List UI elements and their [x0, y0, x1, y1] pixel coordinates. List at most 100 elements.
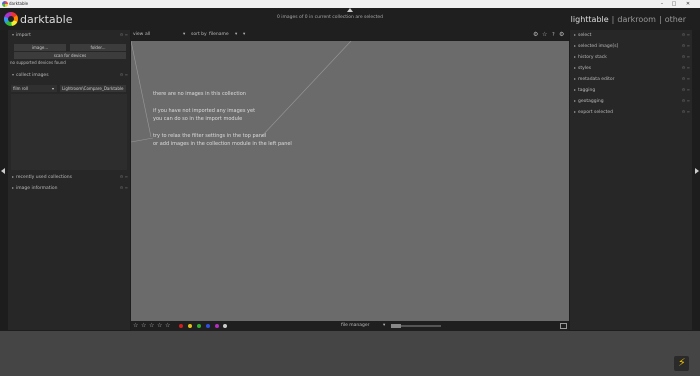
sort-select[interactable]: filename — [209, 30, 235, 40]
module-label: recently used collections — [16, 175, 72, 180]
star-rating-5-icon[interactable]: ☆ — [165, 321, 170, 331]
empty-message-collection-hint: or add images in the collection module i… — [153, 141, 292, 147]
color-label-yellow[interactable] — [188, 324, 192, 328]
view-other[interactable]: other — [665, 15, 686, 24]
chevron-down-icon: ▾ — [235, 32, 238, 37]
sort-direction-icon[interactable]: ▾ — [243, 30, 245, 40]
chevron-right-icon: ▸ — [574, 65, 577, 70]
app-logo-text: darktable — [20, 13, 73, 26]
module-metadata-editor-header[interactable]: ▸ metadata editor ⚙ ≡ — [570, 74, 692, 83]
left-panel: ▾ import ⚙ ≡ image... folder... scan for … — [8, 30, 130, 330]
collection-filter-input[interactable]: Lightroom\Compare_Darktable — [60, 85, 126, 92]
star-rating-4-icon[interactable]: ☆ — [157, 321, 162, 331]
module-selected-images-header[interactable]: ▸ selected image[s] ⚙ ≡ — [570, 41, 692, 50]
module-presets-icon[interactable]: ⚙ ≡ — [682, 85, 690, 94]
color-label-green[interactable] — [197, 324, 201, 328]
module-history-stack-header[interactable]: ▸ history stack ⚙ ≡ — [570, 52, 692, 61]
layout-select[interactable]: file manager — [341, 321, 370, 331]
empty-message-import-hint: if you have not imported any images yet — [153, 108, 256, 114]
chevron-down-icon: ▾ — [51, 86, 54, 91]
collapse-right-panel-icon[interactable] — [695, 168, 699, 174]
view-filter-label: view — [133, 32, 144, 37]
selection-status: 0 images of 0 in current collection are … — [276, 15, 384, 20]
select-value: film roll — [13, 86, 29, 91]
empty-message-title: there are no images in this collection — [153, 91, 246, 97]
chevron-right-icon: ▸ — [574, 54, 577, 59]
display-profile-icon[interactable] — [560, 323, 567, 329]
module-presets-icon[interactable]: ⚙ ≡ — [682, 30, 690, 39]
devices-status: no supported devices found — [10, 60, 66, 65]
scan-devices-button[interactable]: scan for devices — [14, 52, 126, 59]
module-label: collect images — [16, 73, 49, 78]
module-presets-icon[interactable]: ⚙ ≡ — [120, 183, 128, 192]
module-recent-collections-header[interactable]: ▸ recently used collections ⚙ ≡ — [8, 172, 130, 181]
preferences-icon[interactable]: ⚙ — [559, 30, 564, 40]
chevron-right-icon: ▸ — [574, 87, 577, 92]
chevron-right-icon: ▸ — [12, 174, 15, 179]
collection-property-select[interactable]: film roll ▾ — [11, 85, 57, 92]
module-presets-icon[interactable]: ⚙ ≡ — [120, 172, 128, 181]
darktable-app-icon — [2, 1, 8, 7]
view-filter-select[interactable]: all — [145, 30, 187, 40]
view-switcher: lighttable | darkroom | other — [571, 15, 686, 24]
star-rating-1-icon[interactable]: ☆ — [133, 321, 138, 331]
color-label-red[interactable] — [179, 324, 183, 328]
module-presets-icon[interactable]: ⚙ ≡ — [682, 74, 690, 83]
module-label: select — [578, 33, 592, 38]
star-rating-3-icon[interactable]: ☆ — [149, 321, 154, 331]
select-value: all — [145, 32, 151, 37]
view-lighttable[interactable]: lighttable — [571, 15, 609, 24]
module-presets-icon[interactable]: ⚙ ≡ — [682, 96, 690, 105]
maximize-button[interactable]: □ — [668, 0, 680, 8]
chevron-right-icon: ▸ — [574, 76, 577, 81]
module-styles-header[interactable]: ▸ styles ⚙ ≡ — [570, 63, 692, 72]
color-label-blue[interactable] — [206, 324, 210, 328]
module-presets-icon[interactable]: ⚙ ≡ — [120, 30, 128, 39]
chevron-right-icon: ▸ — [574, 98, 577, 103]
chevron-right-icon: ▸ — [574, 32, 577, 37]
module-label: metadata editor — [578, 77, 615, 82]
right-panel: ▸ select ⚙ ≡ ▸ selected image[s] ⚙ ≡ ▸ histor… — [570, 30, 692, 330]
import-folder-button[interactable]: folder... — [70, 44, 126, 51]
module-image-information-header[interactable]: ▸ image information ⚙ ≡ — [8, 183, 130, 192]
window-titlebar: darktable – □ ✕ — [0, 0, 700, 8]
zoom-slider-handle[interactable] — [391, 324, 401, 328]
module-presets-icon[interactable]: ⚙ ≡ — [682, 52, 690, 61]
module-label: import — [16, 33, 31, 38]
star-icon[interactable]: ☆ — [542, 30, 547, 40]
collection-list[interactable] — [11, 94, 127, 170]
module-export-selected-header[interactable]: ▸ export selected ⚙ ≡ — [570, 107, 692, 116]
module-label: image information — [16, 186, 58, 191]
view-separator: | — [611, 15, 615, 24]
view-darkroom[interactable]: darkroom — [617, 15, 656, 24]
chevron-down-icon: ▾ — [12, 72, 15, 77]
minimize-button[interactable]: – — [656, 0, 668, 8]
module-geotagging-header[interactable]: ▸ geotagging ⚙ ≡ — [570, 96, 692, 105]
chevron-right-icon: ▸ — [574, 109, 577, 114]
module-presets-icon[interactable]: ⚙ ≡ — [120, 70, 128, 79]
module-select-header[interactable]: ▸ select ⚙ ≡ — [570, 30, 692, 39]
module-presets-icon[interactable]: ⚙ ≡ — [682, 41, 690, 50]
module-import-header[interactable]: ▾ import ⚙ ≡ — [8, 30, 130, 39]
help-icon[interactable]: ? — [552, 30, 555, 40]
module-collect-header[interactable]: ▾ collect images ⚙ ≡ — [8, 70, 130, 79]
color-label-clear[interactable] — [223, 324, 227, 328]
module-presets-icon[interactable]: ⚙ ≡ — [682, 63, 690, 72]
filmstrip-panel[interactable] — [0, 331, 700, 376]
module-tagging-header[interactable]: ▸ tagging ⚙ ≡ — [570, 85, 692, 94]
window-title: darktable — [9, 1, 29, 6]
lighttable-center-view[interactable]: there are no images in this collection i… — [131, 41, 569, 321]
empty-message-filter-hint: try to relax the filter settings in the … — [153, 133, 267, 139]
close-button[interactable]: ✕ — [682, 0, 694, 8]
lightning-icon: ⚡ — [678, 356, 686, 369]
module-presets-icon[interactable]: ⚙ ≡ — [682, 107, 690, 116]
color-label-purple[interactable] — [215, 324, 219, 328]
star-rating-2-icon[interactable]: ☆ — [141, 321, 146, 331]
chevron-right-icon: ▸ — [12, 185, 15, 190]
settings-icon[interactable]: ⚙ — [533, 30, 538, 40]
module-label: selected image[s] — [578, 44, 619, 49]
import-image-button[interactable]: image... — [14, 44, 66, 51]
collapse-left-panel-icon[interactable] — [1, 168, 5, 174]
collapse-top-panel-icon[interactable] — [347, 8, 353, 12]
chevron-down-icon: ▾ — [383, 323, 386, 328]
